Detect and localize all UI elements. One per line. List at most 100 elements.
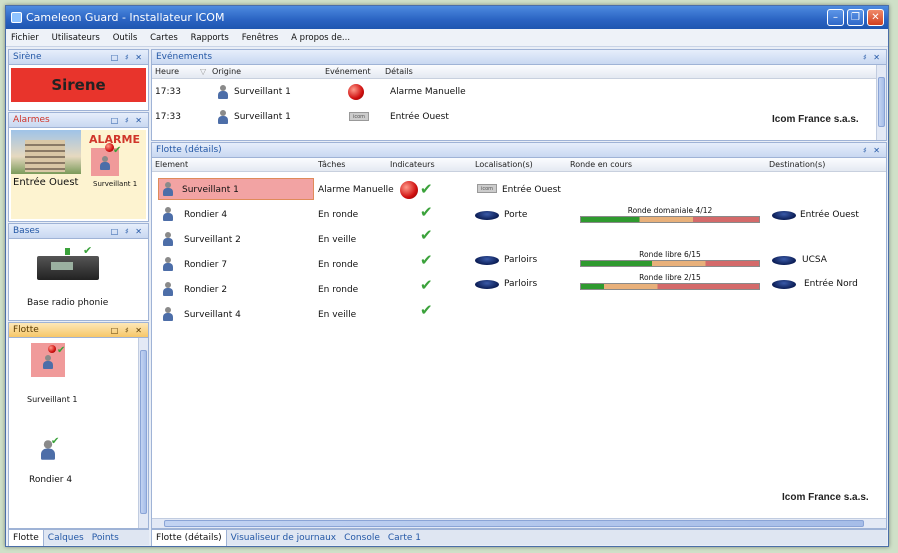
close-button[interactable]: ✕	[867, 9, 884, 26]
person-icon	[163, 257, 173, 271]
flotte-side-item[interactable]: Surveillant 1	[27, 395, 78, 404]
reader-icon	[475, 280, 499, 289]
scroll-thumb[interactable]	[140, 350, 147, 514]
flotte-side-title-bar: Flotte □ ♯ ✕	[9, 323, 148, 338]
panel-controls[interactable]: ♯ ✕	[863, 143, 882, 158]
base-name: Base radio phonie	[27, 298, 109, 308]
col-heure[interactable]: Heure	[155, 65, 179, 79]
maximize-button[interactable]: ❐	[847, 9, 864, 26]
tab-points[interactable]: Points	[88, 530, 123, 546]
tab-calques[interactable]: Calques	[44, 530, 88, 546]
reader-icon	[772, 280, 796, 289]
fleet-element: Surveillant 4	[184, 310, 241, 320]
panel-controls[interactable]: □ ♯ ✕	[111, 113, 144, 128]
col-element[interactable]: Element	[155, 158, 188, 172]
fleet-element: Rondier 2	[184, 285, 228, 295]
person-icon	[163, 307, 173, 321]
minimize-button[interactable]: –	[827, 9, 844, 26]
events-panel: Evénements ♯ ✕ Heure ▽ Origine Evénement …	[151, 49, 887, 141]
check-icon: ✔	[420, 276, 433, 294]
alarm-card[interactable]: ALARME ✔ Entrée Ouest Surveillant 1	[11, 130, 146, 219]
check-icon: ✔	[83, 244, 93, 257]
fleet-location: Entrée Ouest	[502, 185, 561, 195]
events-row[interactable]: 17:33 Surveillant 1 Alarme Manuelle	[152, 80, 886, 104]
col-origine[interactable]: Origine	[212, 65, 241, 79]
alarm-location: Entrée Ouest	[13, 177, 79, 188]
check-icon: ✔	[51, 436, 60, 447]
col-indicateurs[interactable]: Indicateurs	[390, 158, 435, 172]
fleet-task: En ronde	[318, 210, 359, 220]
panel-controls[interactable]: ♯ ✕	[863, 50, 882, 65]
check-icon: ✔	[57, 345, 66, 356]
event-time: 17:33	[155, 112, 181, 122]
fleet-element: Surveillant 1	[182, 185, 239, 195]
fleet-row[interactable]: Surveillant 1 Alarme Manuelle ✔ icom Ent…	[152, 178, 886, 202]
col-evenement[interactable]: Evénement	[325, 65, 371, 79]
badge-icon: icom	[349, 112, 369, 121]
scroll-thumb[interactable]	[164, 520, 864, 527]
fleet-h-scrollbar[interactable]	[152, 518, 886, 528]
menu-fichier[interactable]: Fichier	[6, 29, 44, 47]
round-progress-bar	[580, 283, 760, 290]
tab-flotte-details[interactable]: Flotte (détails)	[151, 530, 227, 546]
tab-console[interactable]: Console	[340, 530, 384, 546]
tab-visualiseur[interactable]: Visualiseur de journaux	[227, 530, 340, 546]
flotte-side-scrollbar[interactable]	[138, 338, 148, 528]
flotte-side-item[interactable]: Rondier 4	[29, 475, 72, 485]
alarm-person: Surveillant 1	[93, 180, 138, 188]
rondier-4-card-icon[interactable]: ✔	[39, 435, 59, 461]
person-icon	[218, 110, 228, 124]
menu-a-propos[interactable]: A propos de...	[286, 29, 355, 47]
red-alarm-icon	[348, 84, 364, 100]
radio-display	[51, 262, 73, 270]
tab-carte-1[interactable]: Carte 1	[384, 530, 425, 546]
surveillant-1-card-icon[interactable]: ✔	[31, 343, 65, 377]
fleet-row[interactable]: Rondier 2 En ronde ✔ Parloirs Ronde libr…	[152, 273, 886, 302]
fleet-task: En veille	[318, 235, 357, 245]
fleet-row[interactable]: Surveillant 4 En veille ✔	[152, 303, 886, 327]
fleet-row[interactable]: Rondier 4 En ronde ✔ Porte Ronde domania…	[152, 203, 886, 227]
main-window: Cameleon Guard - Installateur ICOM – ❐ ✕…	[5, 5, 889, 547]
menu-rapports[interactable]: Rapports	[186, 29, 234, 47]
event-origin: Surveillant 1	[234, 112, 291, 122]
round-progress-bar	[580, 216, 760, 223]
col-ronde[interactable]: Ronde en cours	[570, 158, 632, 172]
col-destination[interactable]: Destination(s)	[769, 158, 825, 172]
red-alarm-icon	[400, 181, 418, 199]
alarmes-panel: Alarmes □ ♯ ✕ ALARME ✔ Entrée Ouest Surve…	[8, 112, 149, 222]
menu-outils[interactable]: Outils	[108, 29, 143, 47]
panel-controls[interactable]: □ ♯ ✕	[111, 323, 144, 338]
reader-icon	[475, 256, 499, 265]
fleet-location: Parloirs	[504, 255, 538, 265]
event-time: 17:33	[155, 87, 181, 97]
panel-controls[interactable]: □ ♯ ✕	[111, 50, 144, 65]
fleet-destination: UCSA	[802, 255, 827, 265]
col-taches[interactable]: Tâches	[318, 158, 345, 172]
fleet-row[interactable]: Rondier 7 En ronde ✔ Parloirs Ronde libr…	[152, 250, 886, 277]
col-localisation[interactable]: Localisation(s)	[475, 158, 533, 172]
events-scrollbar[interactable]	[876, 65, 886, 140]
menu-utilisateurs[interactable]: Utilisateurs	[47, 29, 105, 47]
round-label: Ronde domaniale 4/12	[627, 206, 713, 215]
fleet-location: Porte	[504, 210, 528, 220]
radio-base-icon[interactable]	[37, 256, 99, 280]
title-bar: Cameleon Guard - Installateur ICOM – ❐ ✕	[6, 6, 888, 29]
bases-panel: Bases □ ♯ ✕ ✔ Base radio phonie	[8, 223, 149, 321]
menu-cartes[interactable]: Cartes	[145, 29, 183, 47]
event-details: Entrée Ouest	[390, 112, 449, 122]
fleet-row[interactable]: Surveillant 2 En veille ✔	[152, 228, 886, 252]
sirene-title: Sirène	[13, 52, 42, 62]
fleet-task: En ronde	[318, 285, 359, 295]
round-label: Ronde libre 6/15	[639, 250, 701, 259]
tab-flotte[interactable]: Flotte	[8, 530, 44, 546]
col-details[interactable]: Détails	[385, 65, 413, 79]
person-icon	[163, 232, 173, 246]
flotte-side-panel: Flotte □ ♯ ✕ ✔ Surveillant 1 ✔ Rondier 4	[8, 322, 149, 529]
company-name: Icom France s.a.s.	[782, 492, 869, 503]
flotte-side-title: Flotte	[13, 325, 39, 335]
scroll-thumb[interactable]	[878, 77, 885, 127]
building-icon	[25, 140, 65, 172]
panel-controls[interactable]: □ ♯ ✕	[111, 224, 144, 239]
menu-fenetres[interactable]: Fenêtres	[237, 29, 284, 47]
sirene-button[interactable]: Sirene	[11, 68, 146, 102]
